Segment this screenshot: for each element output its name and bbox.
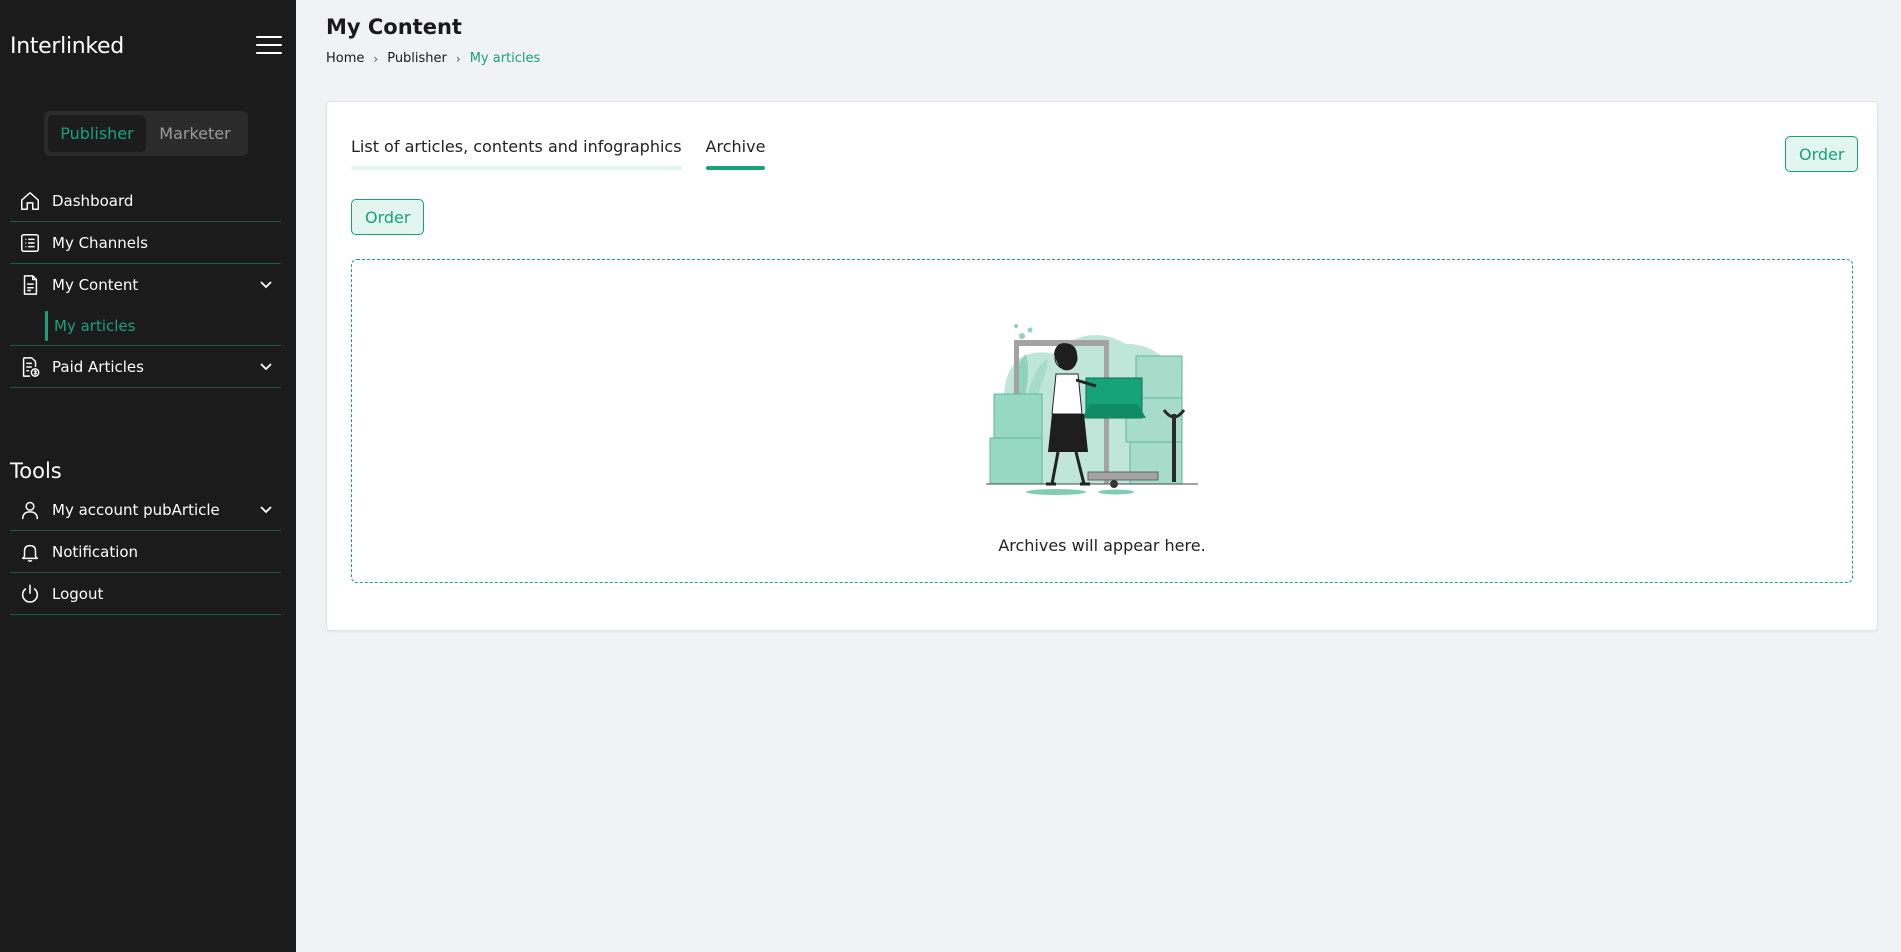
tools-heading: Tools	[10, 459, 62, 483]
brand-logo: Interlinked	[10, 34, 124, 59]
empty-state: Archives will appear here.	[351, 259, 1853, 583]
active-indicator	[45, 311, 48, 341]
sidebar-item-logout[interactable]: Logout	[10, 573, 281, 615]
role-publisher-button[interactable]: Publisher	[48, 115, 146, 152]
sidebar-item-label: Paid Articles	[52, 357, 144, 376]
sidebar: Interlinked Publisher Marketer Dashboard…	[0, 0, 296, 952]
menu-toggle-icon[interactable]	[256, 36, 282, 58]
sidebar-item-account[interactable]: My account pubArticle	[10, 489, 281, 531]
chevron-down-icon[interactable]	[259, 359, 273, 373]
bell-icon	[18, 540, 42, 564]
order-button-top[interactable]: Order	[1785, 136, 1859, 172]
role-switch: Publisher Marketer	[44, 111, 248, 156]
sidebar-item-label: My account pubArticle	[52, 500, 220, 519]
content-card: List of articles, contents and infograph…	[326, 101, 1878, 631]
sidebar-item-channels[interactable]: My Channels	[10, 222, 281, 264]
breadcrumb: Home › Publisher › My articles	[326, 51, 540, 66]
list-icon	[18, 231, 42, 255]
content-tabs: List of articles, contents and infograph…	[351, 137, 789, 170]
sidebar-item-label: Dashboard	[52, 191, 134, 210]
tab-archive[interactable]: Archive	[705, 137, 765, 170]
chevron-down-icon[interactable]	[259, 277, 273, 291]
sidebar-item-content[interactable]: My Content	[10, 264, 281, 306]
sidebar-item-paid-articles[interactable]: Paid Articles	[10, 346, 281, 388]
sidebar-subitem-label: My articles	[54, 316, 136, 335]
breadcrumb-home[interactable]: Home	[326, 51, 364, 66]
sidebar-item-label: Notification	[52, 542, 139, 561]
breadcrumb-separator-icon: ›	[455, 51, 461, 66]
archive-illustration	[986, 324, 1198, 495]
order-button[interactable]: Order	[351, 199, 425, 235]
tab-articles-list[interactable]: List of articles, contents and infograph…	[351, 137, 682, 170]
role-marketer-button[interactable]: Marketer	[146, 115, 244, 152]
sidebar-item-dashboard[interactable]: Dashboard	[10, 180, 281, 222]
empty-state-message: Archives will appear here.	[998, 536, 1206, 555]
home-icon	[18, 189, 42, 213]
sidebar-item-label: Logout	[52, 584, 104, 603]
page-title: My Content	[326, 15, 462, 39]
invoice-icon	[18, 355, 42, 379]
document-icon	[18, 273, 42, 297]
sidebar-item-label: My Channels	[52, 233, 148, 252]
sidebar-subitem-my-articles[interactable]: My articles	[10, 306, 281, 346]
tools-nav: My account pubArticle Notification Logou…	[10, 489, 281, 615]
user-icon	[18, 498, 42, 522]
sidebar-item-label: My Content	[52, 276, 139, 294]
main-nav: Dashboard My Channels My Content My arti…	[10, 180, 281, 388]
breadcrumb-separator-icon: ›	[373, 51, 379, 66]
breadcrumb-publisher[interactable]: Publisher	[387, 51, 447, 66]
power-icon	[18, 582, 42, 606]
breadcrumb-current: My articles	[469, 51, 541, 66]
chevron-down-icon[interactable]	[259, 502, 273, 516]
sidebar-item-notification[interactable]: Notification	[10, 531, 281, 573]
